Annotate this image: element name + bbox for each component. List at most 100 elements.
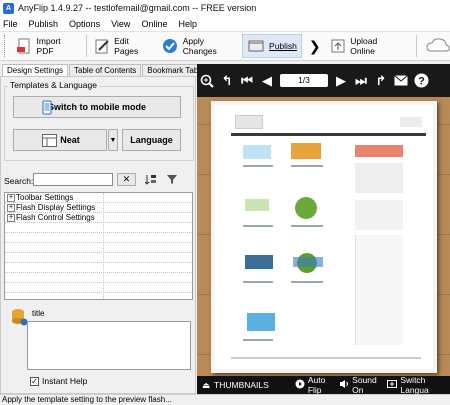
title-bar: A AnyFlip 1.4.9.27 -- testlofemail@gmail… [0,0,450,16]
menu-help[interactable]: Help [178,19,197,29]
settings-tree: + Toolbar Settings + Flash Display Setti… [4,192,193,300]
status-bar: Apply the template setting to the previe… [0,394,450,405]
edit-pages-button[interactable]: Edit Pages [90,34,157,58]
text-line [291,165,323,167]
tree-item-label: Flash Control Settings [16,213,95,222]
article-image [243,145,271,159]
share-icon[interactable]: ↱ [371,69,391,93]
cloud-icon[interactable] [426,37,450,55]
article-image [245,255,273,269]
menu-bar: File Publish Options View Online Help [0,16,450,31]
sound-button[interactable]: Sound On [339,375,381,394]
switch-language-button[interactable]: Switch Langua [387,375,444,394]
svg-text:?: ? [418,76,425,88]
preview-bottom-bar: ⏏ THUMBNAILS Auto Flip Sound On Switch L… [197,375,450,394]
text-line [243,165,273,167]
next-page-icon[interactable]: ▶ [331,69,351,93]
language-label: Language [130,135,173,145]
preview-toolbar: ↰ ⏮ ◀ 1/3 ▶ ⏭ ↱ ? [197,64,450,97]
first-page-icon[interactable]: ⏮ [237,69,257,93]
tree-column-divider [103,193,104,299]
import-pdf-label: Import PDF [36,36,61,56]
page-navbar [231,133,426,136]
upload-online-label: Upload Online [350,36,378,56]
page-header-logo [235,115,263,129]
template-grid-icon [42,134,57,149]
edit-pages-icon [94,37,111,55]
apply-changes-icon [162,37,179,55]
article-image [291,143,321,159]
checkmark-icon: ✓ [30,376,39,386]
edit-pages-label: Edit Pages [114,36,139,56]
sidebar-widget [355,235,403,345]
description-title: title [32,309,45,318]
previous-page-icon[interactable]: ◀ [257,69,277,93]
text-line [291,225,323,227]
menu-options[interactable]: Options [69,19,100,29]
instant-help-checkbox[interactable]: ✓ Instant Help [30,376,87,386]
switch-mobile-button[interactable]: Switch to mobile mode [13,96,181,118]
zoom-in-icon[interactable] [197,69,217,93]
templates-header: Templates & Language [8,80,99,90]
sound-label: Sound On [352,375,377,394]
menu-online[interactable]: Online [141,19,167,29]
last-page-icon[interactable]: ⏭ [351,69,371,93]
template-dropdown-button[interactable]: ▼ [108,129,118,151]
expand-icon[interactable]: + [7,194,15,202]
publish-button[interactable]: Publish [242,34,302,58]
expand-icon[interactable]: + [7,204,15,212]
expand-icon[interactable]: + [7,214,15,222]
article-image [295,197,317,219]
clear-search-button[interactable]: ✕ [117,173,136,186]
auto-flip-label: Auto Flip [307,375,326,394]
help-icon[interactable]: ? [411,69,431,93]
database-icon [10,308,28,326]
publish-icon [247,37,265,55]
play-icon [295,379,305,391]
tree-item-flash-control-settings[interactable]: + Flash Control Settings [5,213,192,223]
text-line [243,225,273,227]
eject-icon: ⏏ [202,379,211,390]
search-input[interactable] [33,173,113,186]
tree-empty-row [5,233,192,243]
apply-changes-label: Apply Changes [182,36,217,56]
menu-file[interactable]: File [3,19,18,29]
sort-icon[interactable] [144,174,157,187]
close-icon: ✕ [122,174,131,184]
filter-icon[interactable] [166,174,178,187]
main-toolbar: Import PDF Edit Pages Apply Changes Publ… [0,31,450,61]
email-icon[interactable] [391,69,411,93]
apply-changes-button[interactable]: Apply Changes [158,34,240,58]
page-number-input[interactable]: 1/3 [280,74,328,87]
language-button[interactable]: Language [122,129,181,151]
thumbnails-label: THUMBNAILS [214,380,269,390]
tree-empty-row [5,283,192,293]
template-select-button[interactable]: Neat [13,129,107,151]
sidebar-widget [355,163,403,193]
flip-preview: ↰ ⏮ ◀ 1/3 ▶ ⏭ ↱ ? ⏏ THUMBNAILS Auto Flip… [197,64,450,394]
dropdown-arrow-icon: ▼ [109,136,117,144]
tree-item-flash-display-settings[interactable]: + Flash Display Settings [5,203,192,213]
tree-empty-row [5,243,192,253]
import-pdf-button[interactable]: Import PDF [12,34,81,58]
mobile-phone-icon [42,100,52,117]
menu-view[interactable]: View [111,19,130,29]
back-arrow-icon[interactable]: ↰ [217,69,237,93]
text-line [291,281,323,283]
window-title: AnyFlip 1.4.9.27 -- testlofemail@gmail.c… [18,3,257,13]
upload-online-icon [330,37,347,55]
auto-flip-button[interactable]: Auto Flip [295,375,333,394]
tree-item-label: Flash Display Settings [16,203,96,212]
tree-item-toolbar-settings[interactable]: + Toolbar Settings [5,193,192,203]
menu-publish[interactable]: Publish [29,19,59,29]
speaker-icon [339,379,349,391]
flipbook-page[interactable] [211,101,437,373]
text-line [243,339,273,341]
language-icon [387,379,398,391]
search-label: Search: [4,176,34,186]
publish-label: Publish [269,41,297,51]
upload-online-button[interactable]: Upload Online [326,34,404,58]
text-line [231,357,421,359]
thumbnails-button[interactable]: ⏏ THUMBNAILS [202,380,269,391]
toolbar-separator [85,35,87,57]
